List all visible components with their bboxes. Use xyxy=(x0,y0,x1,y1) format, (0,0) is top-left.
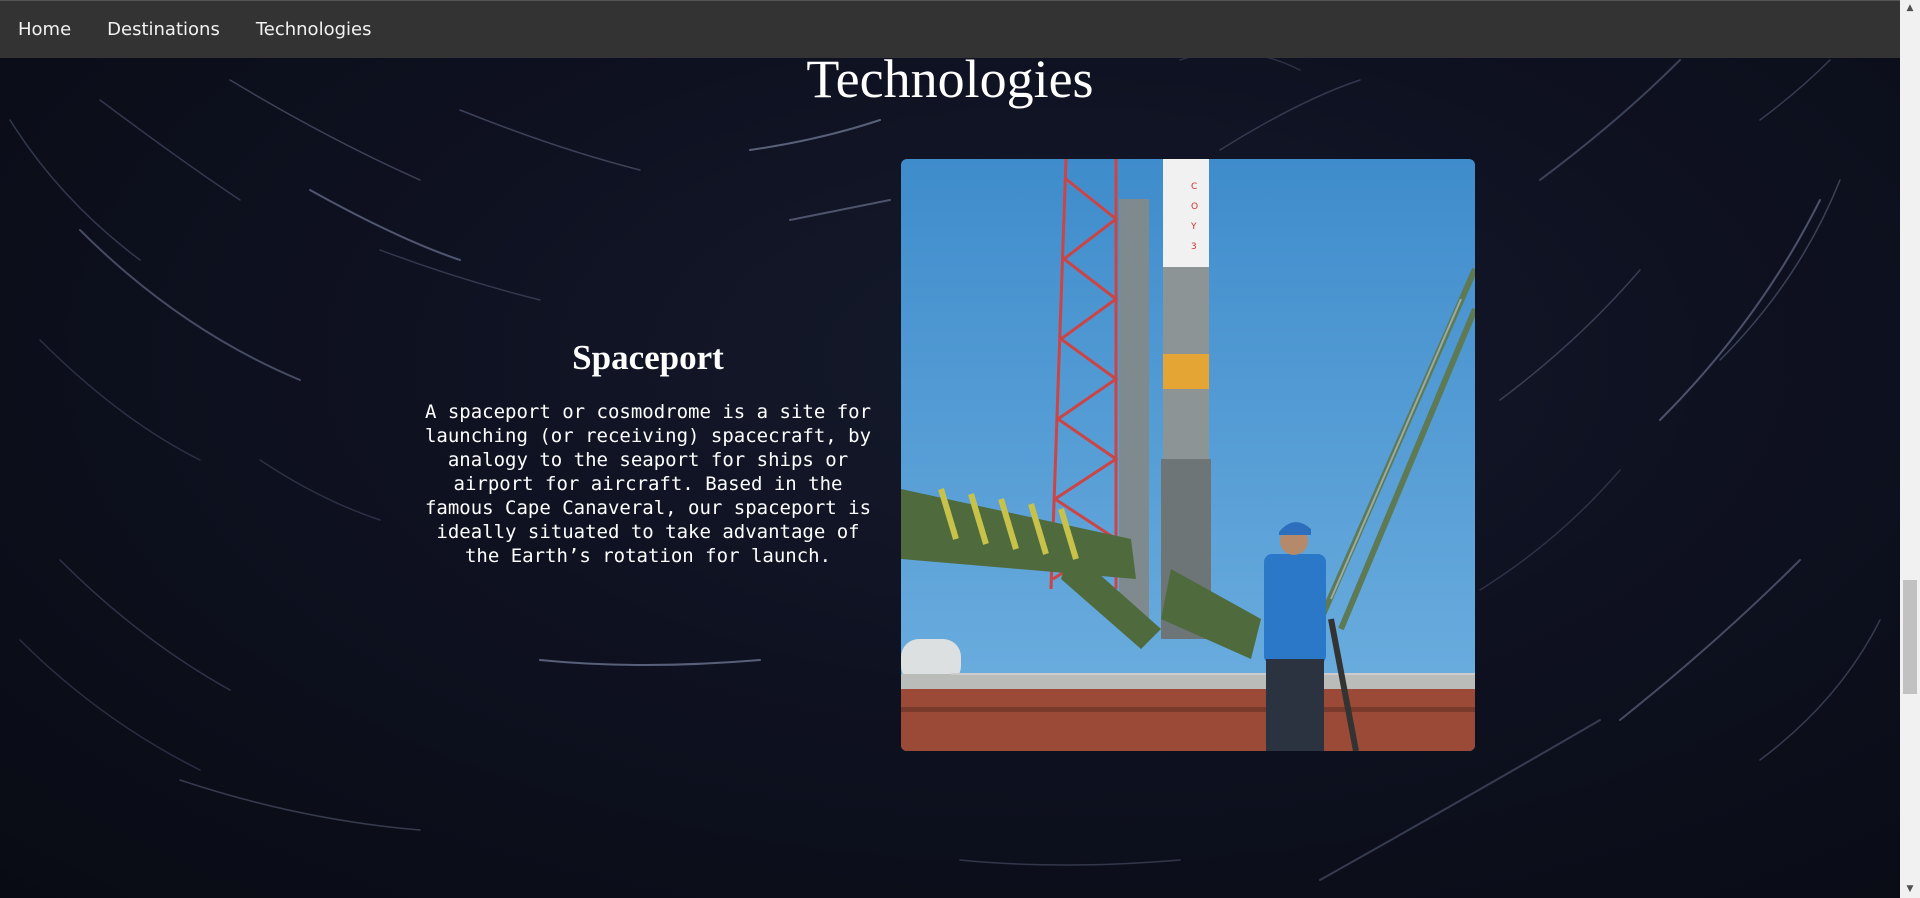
svg-text:3: 3 xyxy=(1191,242,1197,252)
page: Home Destinations Technologies Technolog… xyxy=(0,0,1920,898)
rocket-launchpad-illustration: C O Y 3 xyxy=(901,159,1475,751)
nav-link-home[interactable]: Home xyxy=(0,1,89,59)
scroll-thumb[interactable] xyxy=(1903,580,1917,694)
technology-text-block: Spaceport A spaceport or cosmodrome is a… xyxy=(420,338,876,568)
vertical-scrollbar[interactable]: ▲ ▼ xyxy=(1900,0,1920,898)
nav-link-technologies[interactable]: Technologies xyxy=(238,1,390,59)
technology-description: A spaceport or cosmodrome is a site for … xyxy=(424,401,872,567)
scroll-down-arrow-icon[interactable]: ▼ xyxy=(1900,881,1920,898)
svg-text:Y: Y xyxy=(1190,222,1197,232)
technology-heading: Spaceport xyxy=(572,338,724,377)
svg-text:C: C xyxy=(1191,182,1197,192)
scroll-up-arrow-icon[interactable]: ▲ xyxy=(1900,0,1920,17)
top-navbar: Home Destinations Technologies xyxy=(0,0,1900,58)
svg-text:O: O xyxy=(1191,202,1198,212)
nav-link-destinations[interactable]: Destinations xyxy=(89,1,238,59)
rocket-launchpad-photo: C O Y 3 xyxy=(901,159,1475,751)
